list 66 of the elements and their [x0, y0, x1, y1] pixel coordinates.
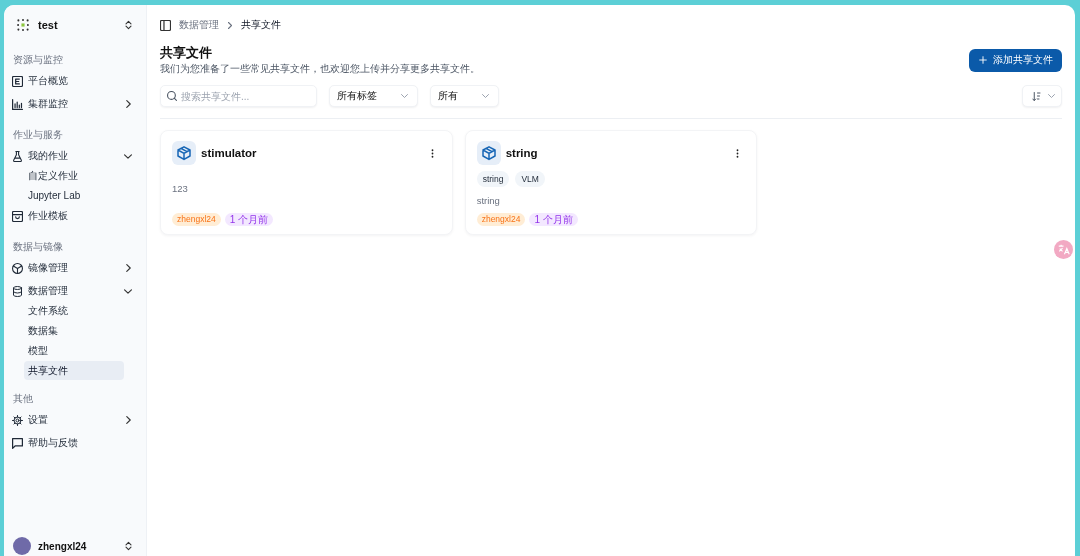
search-field[interactable]: 搜索共享文件... [160, 85, 317, 107]
tag-select[interactable]: 所有标签 [329, 85, 418, 107]
sidebar-toggle-icon[interactable] [160, 19, 171, 31]
nav-item[interactable]: 平台概览 [10, 71, 140, 91]
breadcrumb-current: 共享文件 [241, 18, 281, 32]
page-title: 共享文件 [160, 44, 213, 62]
breadcrumb-link[interactable]: 数据管理 [179, 18, 219, 32]
bar-chart-icon [12, 98, 23, 110]
nav-item[interactable]: 作业模板 [10, 206, 140, 227]
nav-subitem[interactable]: Jupyter Lab [24, 185, 124, 206]
message-icon [12, 437, 23, 449]
tag: string [476, 170, 510, 187]
nav-item[interactable]: 镜像管理 [10, 258, 140, 279]
plus-icon [979, 56, 987, 64]
chevron-down-icon [482, 94, 489, 98]
package-icon [172, 141, 196, 165]
vertical-dots-icon [735, 148, 739, 158]
section-heading: 其他 [13, 392, 34, 407]
more-options-button[interactable] [429, 147, 436, 159]
owner-tag: zhengxl24 [172, 213, 221, 226]
card-description: 123 [172, 182, 189, 196]
user-menu[interactable]: zhengxl24 [10, 536, 140, 556]
avatar [13, 537, 31, 555]
nav-subitem[interactable]: 文件系统 [24, 301, 124, 321]
card-title: string [505, 147, 539, 159]
card-title: stimulator [201, 147, 258, 159]
time-tag: 1 个月前 [529, 213, 578, 226]
chevron-right-icon [228, 21, 232, 29]
scope-select[interactable]: 所有 [430, 85, 499, 107]
more-options-button[interactable] [734, 147, 741, 159]
layout-icon [12, 75, 23, 87]
bag-icon [12, 210, 23, 222]
nav-item[interactable]: 帮助与反馈 [10, 433, 140, 454]
nav-subitem[interactable]: 模型 [24, 340, 124, 361]
section-heading: 数据与镜像 [13, 240, 64, 255]
nav-item[interactable]: 数据管理 [10, 281, 140, 302]
chevron-down-icon [401, 94, 408, 98]
cube-icon [12, 262, 23, 274]
sort-icon [1031, 91, 1041, 101]
file-card[interactable]: stimulator 123 zhengxl24 1 个月前 [160, 130, 453, 235]
chevron-down-icon [1047, 94, 1055, 98]
search-icon [167, 91, 177, 101]
logo-icon [17, 19, 29, 31]
nav-item[interactable]: 我的作业 [10, 146, 140, 166]
section-heading: 资源与监控 [13, 53, 64, 67]
package-icon [476, 141, 501, 165]
chevron-up-down-icon [125, 541, 132, 551]
flask-icon [12, 150, 23, 162]
owner-tag: zhengxl24 [476, 213, 526, 226]
tag: VLM [515, 170, 545, 187]
nav-item[interactable]: 设置 [10, 410, 140, 431]
page-subtitle: 我们为您准备了一些常见共享文件，也欢迎您上传并分享更多共享文件。 [160, 62, 481, 76]
nav-subitem[interactable]: 数据集 [24, 321, 124, 341]
vertical-dots-icon [431, 148, 435, 158]
settings-icon [12, 414, 23, 426]
card-description: string [476, 193, 501, 208]
chevron-up-down-icon [125, 20, 132, 30]
time-tag: 1 个月前 [224, 213, 274, 226]
file-card[interactable]: string string VLM string zhengxl24 1 个月前 [464, 130, 758, 235]
nav-subitem[interactable]: 共享文件 [24, 360, 124, 381]
team-switcher[interactable]: test [10, 13, 140, 37]
nav-item[interactable]: 集群监控 [10, 94, 140, 114]
database-icon [12, 285, 23, 297]
nav-subitem[interactable]: 自定义作业 [24, 166, 124, 186]
section-heading: 作业与服务 [13, 128, 64, 142]
add-shared-file-button[interactable]: 添加共享文件 [969, 48, 1062, 72]
